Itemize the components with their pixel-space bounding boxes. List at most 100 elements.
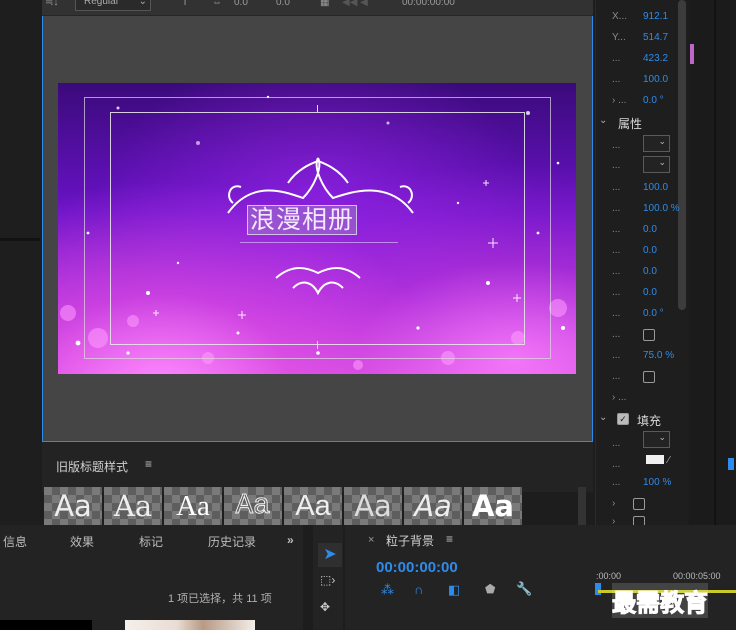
nest-icon[interactable]: ⁂ xyxy=(381,582,394,598)
tab-markers[interactable]: 标记 xyxy=(139,533,163,550)
chevron-down-icon[interactable]: ⌄ xyxy=(599,115,607,126)
fill-opacity-value[interactable]: 100 % xyxy=(643,477,671,488)
fill-color-swatch[interactable] xyxy=(646,455,664,464)
toolbar-timecode[interactable]: 00:00:00:00 xyxy=(402,0,455,8)
sheen-checkbox[interactable] xyxy=(633,498,645,510)
watermark-logo: 最需教育 xyxy=(612,583,709,618)
styles-scrollbar[interactable] xyxy=(578,487,586,525)
fill-color-label: ... xyxy=(612,459,621,470)
smallcaps-size-label: ... xyxy=(612,350,621,361)
smallcaps-checkbox[interactable] xyxy=(643,329,655,341)
fill-type-dropdown[interactable]: ⌄ xyxy=(643,431,670,448)
kerning-label: ... xyxy=(612,245,621,256)
title-text-box[interactable]: 浪漫相册 xyxy=(247,205,358,235)
attributes-section-title[interactable]: 属性 xyxy=(618,115,642,132)
ripple-edit-tool-icon[interactable]: ✥ xyxy=(320,600,330,614)
ruler-mark: 00:00:05:00 xyxy=(673,571,721,581)
smallcaps-label: ... xyxy=(612,329,621,340)
tab-info[interactable]: 信息 xyxy=(3,533,27,550)
timeline-timecode[interactable]: 00:00:00:00 xyxy=(376,559,458,576)
fill-section-title[interactable]: 填充 xyxy=(637,412,661,429)
style-swatch-8[interactable]: Aa xyxy=(464,487,522,525)
tab-history[interactable]: 历史记录 xyxy=(208,533,256,550)
title-toolbar: ≒↓ Regular ⌄ T ⇔ 0.0 0.0 ▦ ◀◀ ◀ 00:00:00… xyxy=(42,0,593,16)
title-underline xyxy=(240,242,398,243)
center-tick-top xyxy=(317,105,318,113)
y-value[interactable]: 514.7 xyxy=(643,32,668,43)
font-style-prop-dropdown[interactable]: ⌄ xyxy=(643,156,670,173)
smallcaps-size-value[interactable]: 75.0 % xyxy=(643,350,674,361)
width-label: ... xyxy=(612,53,621,64)
left-panel-strip xyxy=(0,0,40,525)
selection-info: 1 项已选择，共 11 项 xyxy=(168,593,272,605)
tab-effects[interactable]: 效果 xyxy=(70,533,94,550)
y-label: Y... xyxy=(612,32,626,43)
kerning-prop-value[interactable]: 0.0 xyxy=(643,245,657,256)
style-swatch-4[interactable]: Aa xyxy=(224,487,282,525)
eyedropper-icon[interactable]: ⁄ xyxy=(668,455,670,466)
style-swatch-2[interactable]: Aa xyxy=(104,487,162,525)
x-label: X... xyxy=(612,11,628,22)
slant-value[interactable]: 0.0 ° xyxy=(643,308,664,319)
kerning-icon[interactable]: ⇔ xyxy=(212,0,222,8)
style-swatch-7[interactable]: Aa xyxy=(404,487,462,525)
leading-value[interactable]: 0.0 xyxy=(643,224,657,235)
baseline-value[interactable]: 0.0 xyxy=(643,287,657,298)
font-style-dropdown[interactable]: Regular ⌄ xyxy=(75,0,151,11)
font-size-value[interactable]: 100.0 xyxy=(643,182,668,193)
add-marker-icon[interactable]: ⬟ xyxy=(485,582,495,596)
underline-label: ... xyxy=(612,371,621,382)
more-panels-icon[interactable]: » xyxy=(287,533,294,547)
aspect-value[interactable]: 100.0 % xyxy=(643,203,680,214)
style-swatch-5[interactable]: Aa xyxy=(284,487,342,525)
chevron-down-icon[interactable]: ⌄ xyxy=(599,412,607,423)
right-divider xyxy=(714,0,716,525)
styles-panel-title: 旧版标题样式 xyxy=(56,460,129,474)
distort-expand-icon[interactable]: › ... xyxy=(612,392,626,403)
style-swatch-3[interactable]: Aa xyxy=(164,487,222,525)
snap-icon[interactable]: ∩ xyxy=(414,582,423,597)
properties-scrollbar[interactable] xyxy=(678,0,686,310)
linked-selection-icon[interactable]: ◧ xyxy=(448,582,460,598)
text-baseline-icon[interactable]: T xyxy=(182,0,188,8)
rotation-value[interactable]: 0.0 ° xyxy=(643,95,664,106)
center-tick-bottom xyxy=(317,341,318,349)
fill-checkbox[interactable]: ✓ xyxy=(617,413,629,425)
play-prev-icon[interactable]: ◀◀ ◀ xyxy=(342,0,368,8)
ruler-start: :00:00 xyxy=(596,571,622,581)
x-value[interactable]: 912.1 xyxy=(643,11,668,22)
aspect-label: ... xyxy=(612,203,621,214)
kerning-value[interactable]: 0.0 xyxy=(234,0,248,8)
selection-tool-icon[interactable]: ➤ xyxy=(318,543,342,567)
sheen-expand-icon[interactable]: › xyxy=(612,498,615,509)
font-family-dropdown[interactable]: ⌄ xyxy=(643,135,670,152)
rotation-expand-icon[interactable]: › ... xyxy=(612,95,626,106)
width-value[interactable]: 423.2 xyxy=(643,53,668,64)
chevron-down-icon: ⌄ xyxy=(138,0,147,7)
right-panel-accent xyxy=(690,44,694,64)
align-icon[interactable]: ≒↓ xyxy=(45,0,58,8)
sequence-tab[interactable]: 粒子背景 xyxy=(386,532,434,549)
tab-stops-icon[interactable]: ▦ xyxy=(320,0,329,8)
baseline-label: ... xyxy=(612,287,621,298)
tracking-prop-value[interactable]: 0.0 xyxy=(643,266,657,277)
tracking-value[interactable]: 0.0 xyxy=(276,0,290,8)
opacity-value[interactable]: 100.0 xyxy=(643,74,668,85)
style-swatch-1[interactable]: Aa xyxy=(44,487,102,525)
clip-thumbnail-1[interactable] xyxy=(0,620,92,630)
font-size-label: ... xyxy=(612,182,621,193)
styles-menu-icon[interactable]: ≡ xyxy=(145,457,152,471)
font-style-value: Regular xyxy=(84,0,120,7)
style-swatch-6[interactable]: Aa xyxy=(344,487,402,525)
slant-label: ... xyxy=(612,308,621,319)
playhead[interactable] xyxy=(595,583,601,595)
track-select-tool-icon[interactable]: ⬚› xyxy=(320,573,335,587)
wrench-icon[interactable]: 🔧 xyxy=(516,581,532,597)
sequence-menu-icon[interactable]: ≡ xyxy=(446,532,453,546)
clip-thumbnail-2[interactable] xyxy=(125,620,255,630)
left-panel-divider xyxy=(0,238,40,241)
font-family-label: ... xyxy=(612,140,621,151)
close-sequence-icon[interactable]: × xyxy=(368,534,374,546)
underline-checkbox[interactable] xyxy=(643,371,655,383)
fill-type-label: ... xyxy=(612,438,621,449)
